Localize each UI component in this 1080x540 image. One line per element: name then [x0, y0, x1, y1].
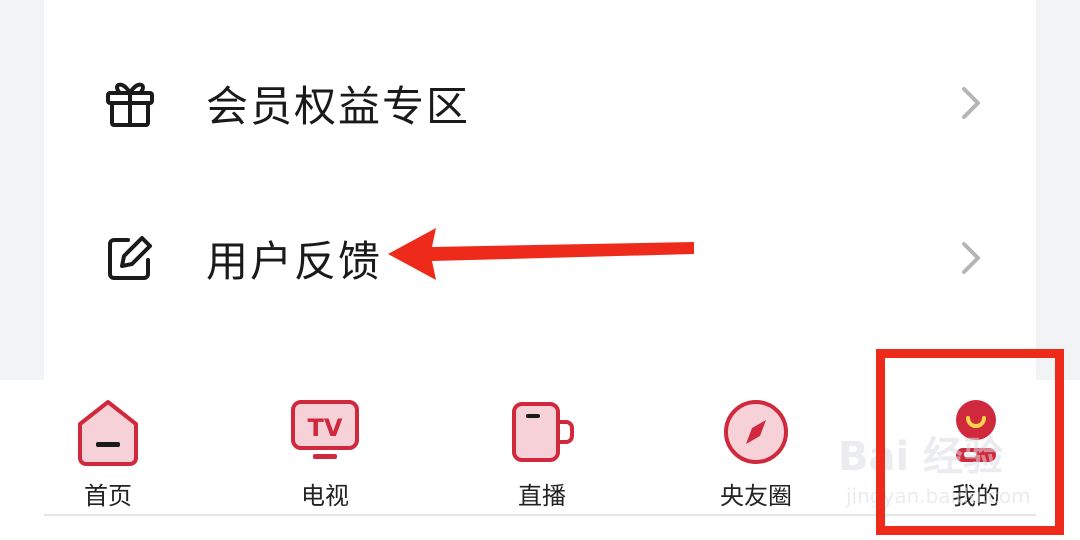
- tab-label: 首页: [84, 482, 132, 510]
- menu-item-member-benefits[interactable]: 会员权益专区: [44, 48, 1036, 158]
- compass-icon: [724, 400, 788, 464]
- home-icon: [78, 400, 138, 466]
- menu-card: 会员权益专区 用户反馈: [44, 0, 1036, 385]
- chevron-right-icon: [962, 87, 980, 119]
- annotation-highlight-box: [876, 349, 1064, 535]
- page: 会员权益专区 用户反馈 首页 TV 电视 直播 央友圈 我的 Bai 经验 ji…: [0, 0, 1080, 540]
- tab-label: 直播: [518, 482, 566, 510]
- tab-home[interactable]: 首页: [38, 396, 178, 516]
- live-cup-icon: [512, 402, 574, 462]
- chevron-right-icon: [962, 242, 980, 274]
- annotation-arrow: [388, 228, 694, 280]
- edit-icon: [102, 230, 158, 286]
- menu-item-label: 用户反馈: [206, 236, 383, 286]
- tab-label: 电视: [301, 482, 349, 510]
- tab-label: 央友圈: [720, 482, 792, 510]
- tab-circle[interactable]: 央友圈: [686, 396, 826, 516]
- tv-icon: TV: [291, 400, 359, 459]
- svg-text:TV: TV: [308, 414, 343, 442]
- gift-icon: [102, 75, 158, 131]
- menu-item-label: 会员权益专区: [206, 81, 471, 131]
- tab-tv[interactable]: TV 电视: [255, 396, 395, 516]
- tab-live[interactable]: 直播: [472, 396, 612, 516]
